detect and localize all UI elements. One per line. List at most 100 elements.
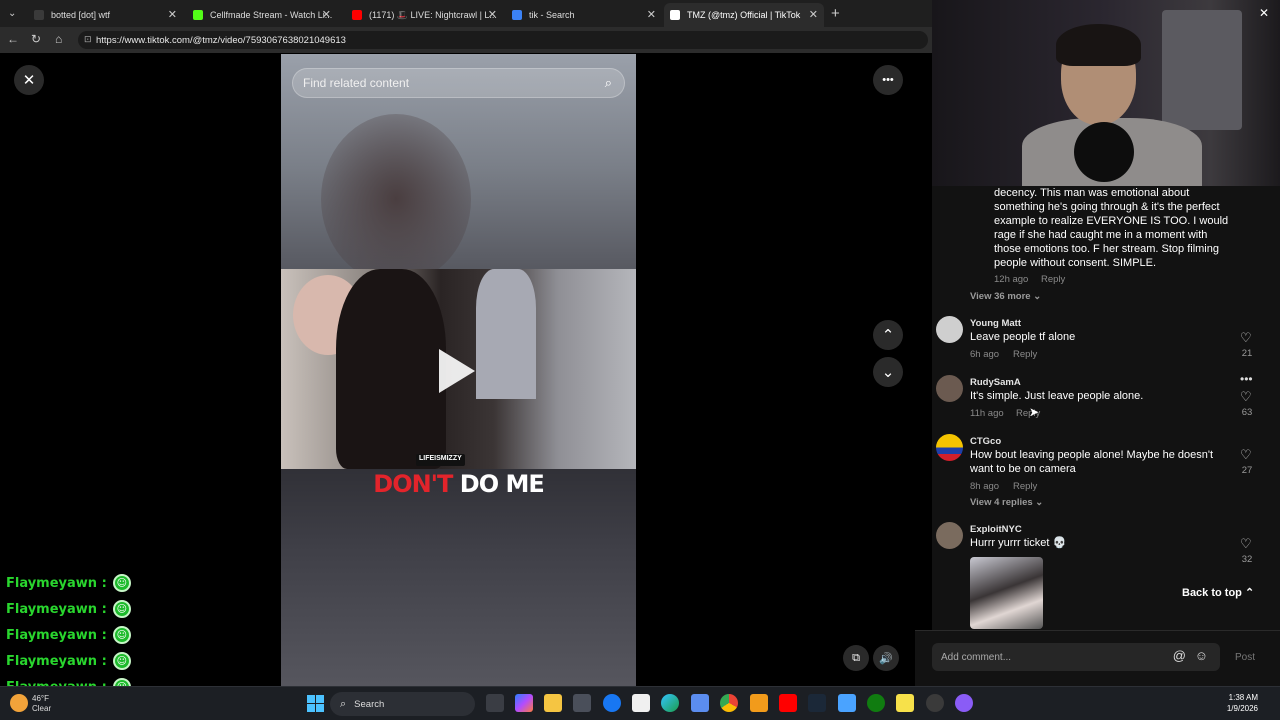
tab-close-icon[interactable]: ✕ xyxy=(488,8,497,21)
heart-icon[interactable]: ♡ xyxy=(1240,330,1252,346)
tab-label: (1171) 🎩 LIVE: Nightcrawl | L... xyxy=(369,9,497,20)
copilot-icon[interactable] xyxy=(515,694,533,712)
taskbar-search[interactable]: ⌕ Search xyxy=(330,692,475,716)
comment-input[interactable]: Add comment... @ ☺ xyxy=(932,643,1220,671)
calculator-icon[interactable] xyxy=(691,694,709,712)
reply-button[interactable]: Reply xyxy=(1013,349,1037,360)
tab-close-icon[interactable]: ✕ xyxy=(809,8,818,21)
heart-icon[interactable]: ♡ xyxy=(1240,536,1252,552)
comment-text: Leave people tf alone xyxy=(970,331,1076,343)
edge-icon[interactable] xyxy=(661,694,679,712)
file-explorer-icon[interactable] xyxy=(544,694,562,712)
comment-text: decency. This man was emotional about so… xyxy=(994,187,1229,269)
comment-username[interactable]: CTGco xyxy=(970,436,1001,447)
comment-username[interactable]: Young Matt xyxy=(970,318,1021,329)
frog-emote-icon: ☺ xyxy=(112,600,131,618)
site-info-icon[interactable]: ⊡ xyxy=(84,34,92,45)
mention-icon[interactable]: @ xyxy=(1173,648,1186,663)
new-tab-button[interactable]: + xyxy=(831,5,840,22)
heart-icon[interactable]: ♡ xyxy=(1240,389,1252,405)
next-video-button[interactable]: ⌄ xyxy=(873,357,903,387)
window-close-icon[interactable]: ✕ xyxy=(1259,6,1269,20)
tab-favicon-icon xyxy=(34,10,44,20)
comment-time: 6h ago xyxy=(970,349,1000,360)
clock-time: 1:38 AM xyxy=(1228,693,1258,702)
caption-white: DO ME xyxy=(459,470,545,498)
xbox-icon[interactable] xyxy=(867,694,885,712)
video-frame[interactable]: LIFEISMIZZY xyxy=(281,269,636,469)
task-view-icon[interactable] xyxy=(486,694,504,712)
tab-close-icon[interactable]: ✕ xyxy=(168,8,177,21)
view-replies-button[interactable]: View 4 replies ⌄ xyxy=(970,497,1043,508)
tab-close-icon[interactable]: ✕ xyxy=(647,8,656,21)
search-icon[interactable]: ⌕ xyxy=(605,75,612,91)
avatar[interactable] xyxy=(936,316,963,343)
weather-icon[interactable] xyxy=(10,694,28,712)
back-to-top-button[interactable]: Back to top ⌃ xyxy=(1182,586,1260,606)
windows-start-icon[interactable] xyxy=(307,695,324,712)
previous-video-button[interactable]: ⌃ xyxy=(873,320,903,350)
tab-label: Cellfmade Stream - Watch Li... xyxy=(210,10,333,20)
microphone xyxy=(1074,122,1134,182)
avatar[interactable] xyxy=(936,434,963,461)
url-bar[interactable]: ⊡ https://www.tiktok.com/@tmz/video/7593… xyxy=(78,31,928,49)
tab-youtube-live[interactable]: (1171) 🎩 LIVE: Nightcrawl | L... ✕ xyxy=(346,3,503,27)
like-count: 27 xyxy=(1241,465,1253,476)
comment-image[interactable] xyxy=(970,557,1043,629)
reply-button[interactable]: Reply xyxy=(1013,481,1037,492)
frog-emote-icon: ☺ xyxy=(112,652,131,670)
weather-condition: Clear xyxy=(32,704,52,713)
back-arrow-icon[interactable]: ← xyxy=(7,32,19,46)
reply-button[interactable]: Reply xyxy=(1041,274,1065,285)
chrome-icon[interactable] xyxy=(720,694,738,712)
video-player[interactable]: LIFEISMIZZY DON'T DO ME Find related con… xyxy=(281,54,636,686)
tiktok-favicon-icon xyxy=(670,10,680,20)
youtube-icon[interactable] xyxy=(779,694,797,712)
store-icon[interactable] xyxy=(573,694,591,712)
mini-player-icon[interactable]: ⧉ xyxy=(843,645,869,671)
reload-icon[interactable]: ↻ xyxy=(31,32,41,46)
comment-more-icon[interactable]: ••• xyxy=(1240,372,1253,386)
tab-kick-stream[interactable]: Cellfmade Stream - Watch Li... ✕ xyxy=(187,3,337,27)
play-icon[interactable] xyxy=(439,349,475,393)
tab-close-icon[interactable]: ✕ xyxy=(322,8,331,21)
chat-line: Flaymeyawn :☺ xyxy=(0,596,280,622)
view-more-replies-button[interactable]: View 36 more ⌄ xyxy=(970,291,1041,302)
chat-line: Flaymeyawn :☺ xyxy=(0,622,280,648)
tab-tiktok-active[interactable]: TMZ (@tmz) Official | TikTok ✕ xyxy=(664,3,824,27)
home-icon[interactable]: ⌂ xyxy=(55,32,62,46)
comment-time: 8h ago xyxy=(970,481,1000,492)
notification-area[interactable] xyxy=(1264,692,1274,712)
tab-label: botted [dot] wtf xyxy=(51,10,111,20)
webcam-overlay: ✕ xyxy=(932,0,1280,186)
frog-emote-icon: ☺ xyxy=(112,626,131,644)
tab-list-chevron-icon[interactable]: ⌄ xyxy=(8,8,16,19)
avatar[interactable] xyxy=(936,522,963,549)
amazon-icon[interactable] xyxy=(632,694,650,712)
facebook-icon[interactable] xyxy=(603,694,621,712)
settings-gear-icon[interactable] xyxy=(926,694,944,712)
heart-icon[interactable]: ♡ xyxy=(1240,447,1252,463)
search-icon: ⌕ xyxy=(340,697,347,710)
tab-botted[interactable]: botted [dot] wtf ✕ xyxy=(28,3,183,27)
search-placeholder: Find related content xyxy=(303,76,410,90)
system-clock[interactable]: 1:38 AM 1/9/2026 xyxy=(1198,692,1258,714)
vlc-icon[interactable] xyxy=(750,694,768,712)
notes-icon[interactable] xyxy=(896,694,914,712)
tab-bing-search[interactable]: tik - Search ✕ xyxy=(506,3,662,27)
avatar[interactable] xyxy=(936,375,963,402)
close-video-button[interactable]: ✕ xyxy=(14,65,44,95)
related-search-bar[interactable]: Find related content ⌕ xyxy=(292,68,625,98)
comment-username[interactable]: ExploitNYC xyxy=(970,524,1022,535)
comment-text: It's simple. Just leave people alone. xyxy=(970,390,1144,402)
obs-icon[interactable] xyxy=(955,694,973,712)
emoji-icon[interactable]: ☺ xyxy=(1195,648,1208,663)
app-icon[interactable] xyxy=(838,694,856,712)
steam-icon[interactable] xyxy=(808,694,826,712)
comment-username[interactable]: RudySamA xyxy=(970,377,1021,388)
more-options-button[interactable]: ••• xyxy=(873,65,903,95)
youtube-favicon-icon xyxy=(352,10,362,20)
post-button[interactable]: Post xyxy=(1235,652,1255,663)
weather-widget[interactable]: 46°F Clear xyxy=(32,694,51,714)
volume-button[interactable]: 🔊 xyxy=(873,645,899,671)
